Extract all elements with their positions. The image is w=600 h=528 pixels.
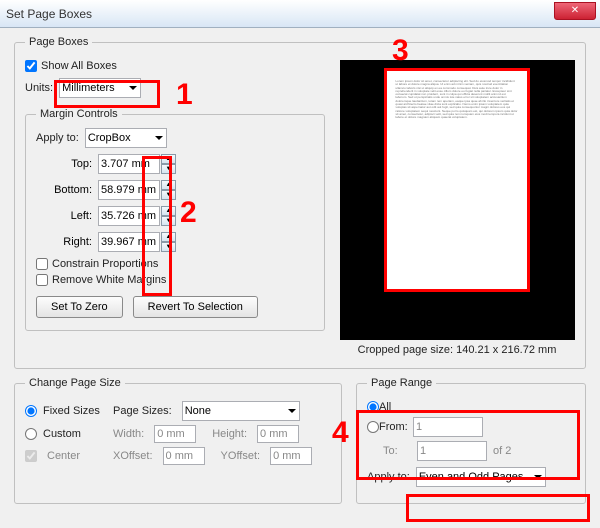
width-label: Width: — [113, 428, 144, 440]
change-page-size-legend: Change Page Size — [25, 377, 125, 389]
all-label: All — [379, 401, 391, 413]
custom-radio[interactable] — [25, 428, 37, 440]
apply-to-margin-label: Apply to: — [36, 132, 79, 144]
to-input — [417, 441, 487, 461]
top-margin-input[interactable] — [98, 154, 160, 174]
title-bar: Set Page Boxes ✕ — [0, 0, 600, 28]
close-button[interactable]: ✕ — [554, 2, 596, 20]
yoffset-input — [270, 447, 312, 465]
page-sizes-select[interactable]: None — [182, 401, 300, 421]
units-select[interactable]: Millimeters — [59, 78, 141, 98]
of-label: of 2 — [493, 445, 511, 457]
page-boxes-legend: Page Boxes — [25, 36, 92, 48]
units-label: Units: — [25, 82, 53, 94]
bottom-margin-input[interactable] — [98, 180, 160, 200]
page-range-legend: Page Range — [367, 377, 436, 389]
callout-2: 2 — [180, 196, 197, 230]
center-checkbox — [25, 450, 37, 462]
right-down-button[interactable]: ▼ — [161, 242, 176, 252]
right-margin-input[interactable] — [98, 232, 160, 252]
bottom-down-button[interactable]: ▼ — [161, 190, 176, 200]
right-margin-label: Right: — [36, 236, 92, 248]
bottom-up-button[interactable]: ▲ — [161, 180, 176, 190]
bottom-margin-label: Bottom: — [36, 184, 92, 196]
page-sizes-label: Page Sizes: — [113, 405, 172, 417]
show-all-boxes-label: Show All Boxes — [41, 60, 117, 72]
height-input — [257, 425, 299, 443]
remove-white-label: Remove White Margins — [52, 274, 166, 286]
right-up-button[interactable]: ▲ — [161, 232, 176, 242]
xoffset-label: XOffset: — [113, 450, 153, 462]
preview-area: Lorem ipsum dolor sit amet, consectetur … — [340, 60, 575, 340]
top-down-button[interactable]: ▼ — [161, 164, 176, 174]
yoffset-label: YOffset: — [221, 450, 261, 462]
from-label: From: — [379, 421, 413, 433]
callout-1: 1 — [176, 78, 193, 112]
width-input — [154, 425, 196, 443]
window-title: Set Page Boxes — [6, 7, 92, 21]
revert-button[interactable]: Revert To Selection — [133, 296, 258, 318]
left-down-button[interactable]: ▼ — [161, 216, 176, 226]
left-margin-input[interactable] — [98, 206, 160, 226]
height-label: Height: — [212, 428, 247, 440]
left-margin-label: Left: — [36, 210, 92, 222]
to-label: To: — [383, 445, 417, 457]
center-label: Center — [47, 450, 107, 462]
constrain-label: Constrain Proportions — [52, 258, 158, 270]
xoffset-input — [163, 447, 205, 465]
remove-white-checkbox[interactable] — [36, 274, 48, 286]
all-radio[interactable] — [367, 401, 379, 413]
left-up-button[interactable]: ▲ — [161, 206, 176, 216]
apply-to-range-select[interactable]: Even and Odd Pages — [416, 467, 546, 487]
from-input — [413, 417, 483, 437]
callout-4: 4 — [332, 416, 349, 450]
page-range-group: Page Range All From: To: of 2 Apply to: … — [356, 377, 586, 504]
page-boxes-group: Page Boxes Show All Boxes Units: Millime… — [14, 36, 586, 369]
callout-3: 3 — [392, 34, 409, 68]
change-page-size-group: Change Page Size Fixed Sizes Page Sizes:… — [14, 377, 342, 504]
constrain-checkbox[interactable] — [36, 258, 48, 270]
custom-label: Custom — [43, 428, 107, 440]
margin-controls-group: Margin Controls Apply to: CropBox Top: ▲… — [25, 108, 325, 331]
top-up-button[interactable]: ▲ — [161, 154, 176, 164]
apply-to-margin-select[interactable]: CropBox — [85, 128, 167, 148]
fixed-sizes-label: Fixed Sizes — [43, 405, 107, 417]
margin-controls-legend: Margin Controls — [36, 108, 122, 120]
cropped-size-label: Cropped page size: 140.21 x 216.72 mm — [339, 344, 575, 356]
apply-to-range-label: Apply to: — [367, 471, 410, 483]
top-margin-label: Top: — [36, 158, 92, 170]
fixed-sizes-radio[interactable] — [25, 405, 37, 417]
show-all-boxes-checkbox[interactable] — [25, 60, 37, 72]
set-to-zero-button[interactable]: Set To Zero — [36, 296, 123, 318]
from-radio[interactable] — [367, 421, 379, 433]
crop-highlight — [384, 68, 530, 292]
